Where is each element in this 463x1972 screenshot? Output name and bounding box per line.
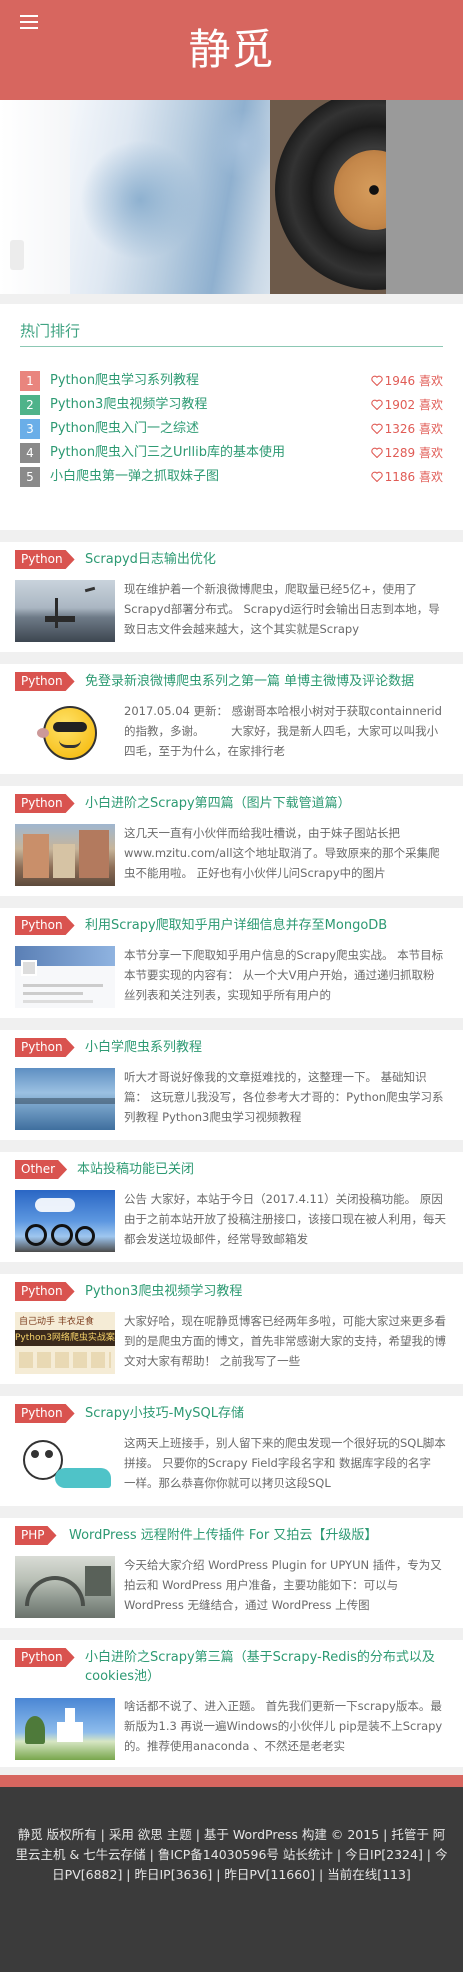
category-tag[interactable]: Python xyxy=(15,1404,75,1423)
hero-right-pane xyxy=(386,100,463,294)
post-thumbnail[interactable] xyxy=(15,824,115,886)
hot-list-item: 2 Python3爬虫视频学习教程 1902 喜欢 xyxy=(20,394,443,416)
category-tag[interactable]: Python xyxy=(15,1648,75,1667)
hot-item-link[interactable]: Python爬虫入门一之综述 xyxy=(50,418,199,440)
post-card: Python 利用Scrapy爬取知乎用户详细信息并存至MongoDB 本节分享一下… xyxy=(0,908,463,1018)
hot-ranking-panel: 热门排行 1 Python爬虫学习系列教程 1946 喜欢 2 Python3爬虫视频学… xyxy=(0,304,463,530)
category-tag[interactable]: Python xyxy=(15,1038,75,1057)
post-excerpt: 啥话都不说了、进入正题。 首先我们更新一下scrapy版本。最新版为1.3 再说… xyxy=(124,1699,443,1753)
post-thumbnail[interactable] xyxy=(15,702,115,764)
post-title-link[interactable]: Scrapyd日志输出优化 xyxy=(85,550,216,569)
like-count-text: 1186 喜欢 xyxy=(384,470,443,484)
post-thumbnail[interactable] xyxy=(15,1434,115,1496)
hot-list-item: 4 Python爬虫入门三之Urllib库的基本使用 1289 喜欢 xyxy=(20,442,443,464)
post-title-link[interactable]: WordPress 远程附件上传插件 For 又拍云【升级版】 xyxy=(69,1526,377,1545)
hot-ranking-heading: 热门排行 xyxy=(20,322,81,340)
post-thumbnail[interactable] xyxy=(15,1190,115,1252)
course-cover-line2: Python3网络爬虫实战案例 xyxy=(15,1330,115,1346)
like-count[interactable]: 1186 喜欢 xyxy=(370,466,443,488)
post-thumbnail[interactable] xyxy=(15,1698,115,1760)
like-count[interactable]: 1946 喜欢 xyxy=(370,370,443,392)
post-thumbnail[interactable]: 自己动手 丰衣足食 Python3网络爬虫实战案例 xyxy=(15,1312,115,1374)
hot-item-link[interactable]: Python3爬虫视频学习教程 xyxy=(50,394,207,416)
rank-badge: 2 xyxy=(20,395,40,415)
post-card: PHP WordPress 远程附件上传插件 For 又拍云【升级版】今天给大家介… xyxy=(0,1518,463,1628)
post-excerpt: 现在维护着一个新浪微博爬虫，爬取量已经5亿+，使用了Scrapyd部署分布式。 … xyxy=(124,582,440,636)
post-excerpt: 公告 大家好，本站于今日（2017.4.11）关闭投稿功能。 原因 由于之前本站… xyxy=(124,1192,446,1246)
category-tag[interactable]: Python xyxy=(15,550,75,569)
like-count[interactable]: 1326 喜欢 xyxy=(370,418,443,440)
post-thumbnail[interactable] xyxy=(15,580,115,642)
post-title-link[interactable]: 免登录新浪微博爬虫系列之第一篇 单博主微博及评论数据 xyxy=(85,672,414,691)
hot-item-link[interactable]: 小白爬虫第一弹之抓取妹子图 xyxy=(50,466,219,488)
heart-icon xyxy=(370,471,383,482)
post-thumbnail[interactable] xyxy=(15,946,115,1008)
like-count-text: 1946 喜欢 xyxy=(384,374,443,388)
hot-list-item: 5 小白爬虫第一弹之抓取妹子图 1186 喜欢 xyxy=(20,466,443,488)
post-excerpt: 这两天上班接手，别人留下来的爬虫发现一个很好玩的SQL脚本拼接。 只要你的Scr… xyxy=(124,1436,446,1490)
heart-icon xyxy=(370,375,383,386)
post-title-link[interactable]: 小白进阶之Scrapy第三篇（基于Scrapy-Redis的分布式以及cooki… xyxy=(85,1648,463,1686)
site-header: 静觅 xyxy=(0,0,463,100)
heart-icon xyxy=(370,399,383,410)
post-excerpt: 这几天一直有小伙伴而给我吐槽说，由于妹子图站长把www.mzitu.com/al… xyxy=(124,826,440,880)
slider-prev-handle[interactable] xyxy=(10,240,24,270)
rank-badge: 5 xyxy=(20,467,40,487)
category-tag[interactable]: PHP xyxy=(15,1526,57,1545)
site-title[interactable]: 静觅 xyxy=(0,24,463,76)
like-count-text: 1289 喜欢 xyxy=(384,446,443,460)
like-count-text: 1326 喜欢 xyxy=(384,422,443,436)
hero-left-pane xyxy=(0,100,70,294)
hot-list-item: 3 Python爬虫入门一之综述 1326 喜欢 xyxy=(20,418,443,440)
rank-badge: 1 xyxy=(20,371,40,391)
post-excerpt: 2017.05.04 更新： 感谢哥本哈根小树对于获取containnerid的… xyxy=(124,704,442,758)
category-tag[interactable]: Python xyxy=(15,1282,75,1301)
rank-badge: 3 xyxy=(20,419,40,439)
post-card: Python 小白进阶之Scrapy第四篇（图片下载管道篇） 这几天一直有小伙伴而给… xyxy=(0,786,463,896)
heart-icon xyxy=(370,447,383,458)
category-tag[interactable]: Python xyxy=(15,672,75,691)
post-thumbnail[interactable] xyxy=(15,1556,115,1618)
rank-badge: 4 xyxy=(20,443,40,463)
post-title-link[interactable]: 小白学爬虫系列教程 xyxy=(85,1038,202,1057)
footer-text: 静觅 版权所有 | 采用 欲思 主题 | 基于 WordPress 构建 © 2… xyxy=(15,1827,448,1882)
post-card: Python 小白学爬虫系列教程听大才哥说好像我的文章挺难找的，这整理一下。 基础… xyxy=(0,1030,463,1140)
post-card: Python Python3爬虫视频学习教程自己动手 丰衣足食 Python3网络爬… xyxy=(0,1274,463,1384)
category-tag[interactable]: Python xyxy=(15,916,75,935)
heart-icon xyxy=(370,423,383,434)
post-title-link[interactable]: Scrapy小技巧-MySQL存储 xyxy=(85,1404,244,1423)
category-tag[interactable]: Other xyxy=(15,1160,67,1179)
post-excerpt: 大家好哈，现在呢静觅博客已经两年多啦，可能大家过来更多看到的是爬虫方面的博文，首… xyxy=(124,1314,446,1368)
like-count[interactable]: 1902 喜欢 xyxy=(370,394,443,416)
hero-slider[interactable] xyxy=(0,100,463,294)
hot-list-item: 1 Python爬虫学习系列教程 1946 喜欢 xyxy=(20,370,443,392)
heading-divider xyxy=(20,346,443,347)
category-tag[interactable]: Python xyxy=(15,794,75,813)
hero-image xyxy=(70,100,386,294)
post-excerpt: 本节分享一下爬取知乎用户信息的Scrapy爬虫实战。 本节目标 本节要实现的内容… xyxy=(124,948,444,1002)
post-title-link[interactable]: 利用Scrapy爬取知乎用户详细信息并存至MongoDB xyxy=(85,916,387,935)
like-count-text: 1902 喜欢 xyxy=(384,398,443,412)
post-card: Other 本站投稿功能已关闭公告 大家好，本站于今日（2017.4.11）关闭投… xyxy=(0,1152,463,1262)
post-card: Python 免登录新浪微博爬虫系列之第一篇 单博主微博及评论数据 2017.05.… xyxy=(0,664,463,774)
post-card: Python Scrapy小技巧-MySQL存储这两天上班接手，别人留下来的爬虫发… xyxy=(0,1396,463,1506)
post-card: Python 小白进阶之Scrapy第三篇（基于Scrapy-Redis的分布式以… xyxy=(0,1640,463,1767)
post-title-link[interactable]: 小白进阶之Scrapy第四篇（图片下载管道篇） xyxy=(85,794,351,813)
post-excerpt: 今天给大家介绍 WordPress Plugin for UPYUN 插件，专为… xyxy=(124,1558,442,1612)
site-footer: 静觅 版权所有 | 采用 欲思 主题 | 基于 WordPress 构建 © 2… xyxy=(0,1787,463,1972)
post-card: Python Scrapyd日志输出优化现在维护着一个新浪微博爬虫，爬取量已经5亿… xyxy=(0,542,463,652)
hot-item-link[interactable]: Python爬虫入门三之Urllib库的基本使用 xyxy=(50,442,285,464)
post-excerpt: 听大才哥说好像我的文章挺难找的，这整理一下。 基础知识篇： 这玩意儿我没写，各位… xyxy=(124,1070,444,1124)
course-cover-line1: 自己动手 丰衣足食 xyxy=(19,1317,94,1327)
footer-accent-bar xyxy=(0,1775,463,1787)
hot-item-link[interactable]: Python爬虫学习系列教程 xyxy=(50,370,199,392)
like-count[interactable]: 1289 喜欢 xyxy=(370,442,443,464)
post-thumbnail[interactable] xyxy=(15,1068,115,1130)
post-title-link[interactable]: 本站投稿功能已关闭 xyxy=(77,1160,194,1179)
post-title-link[interactable]: Python3爬虫视频学习教程 xyxy=(85,1282,242,1301)
